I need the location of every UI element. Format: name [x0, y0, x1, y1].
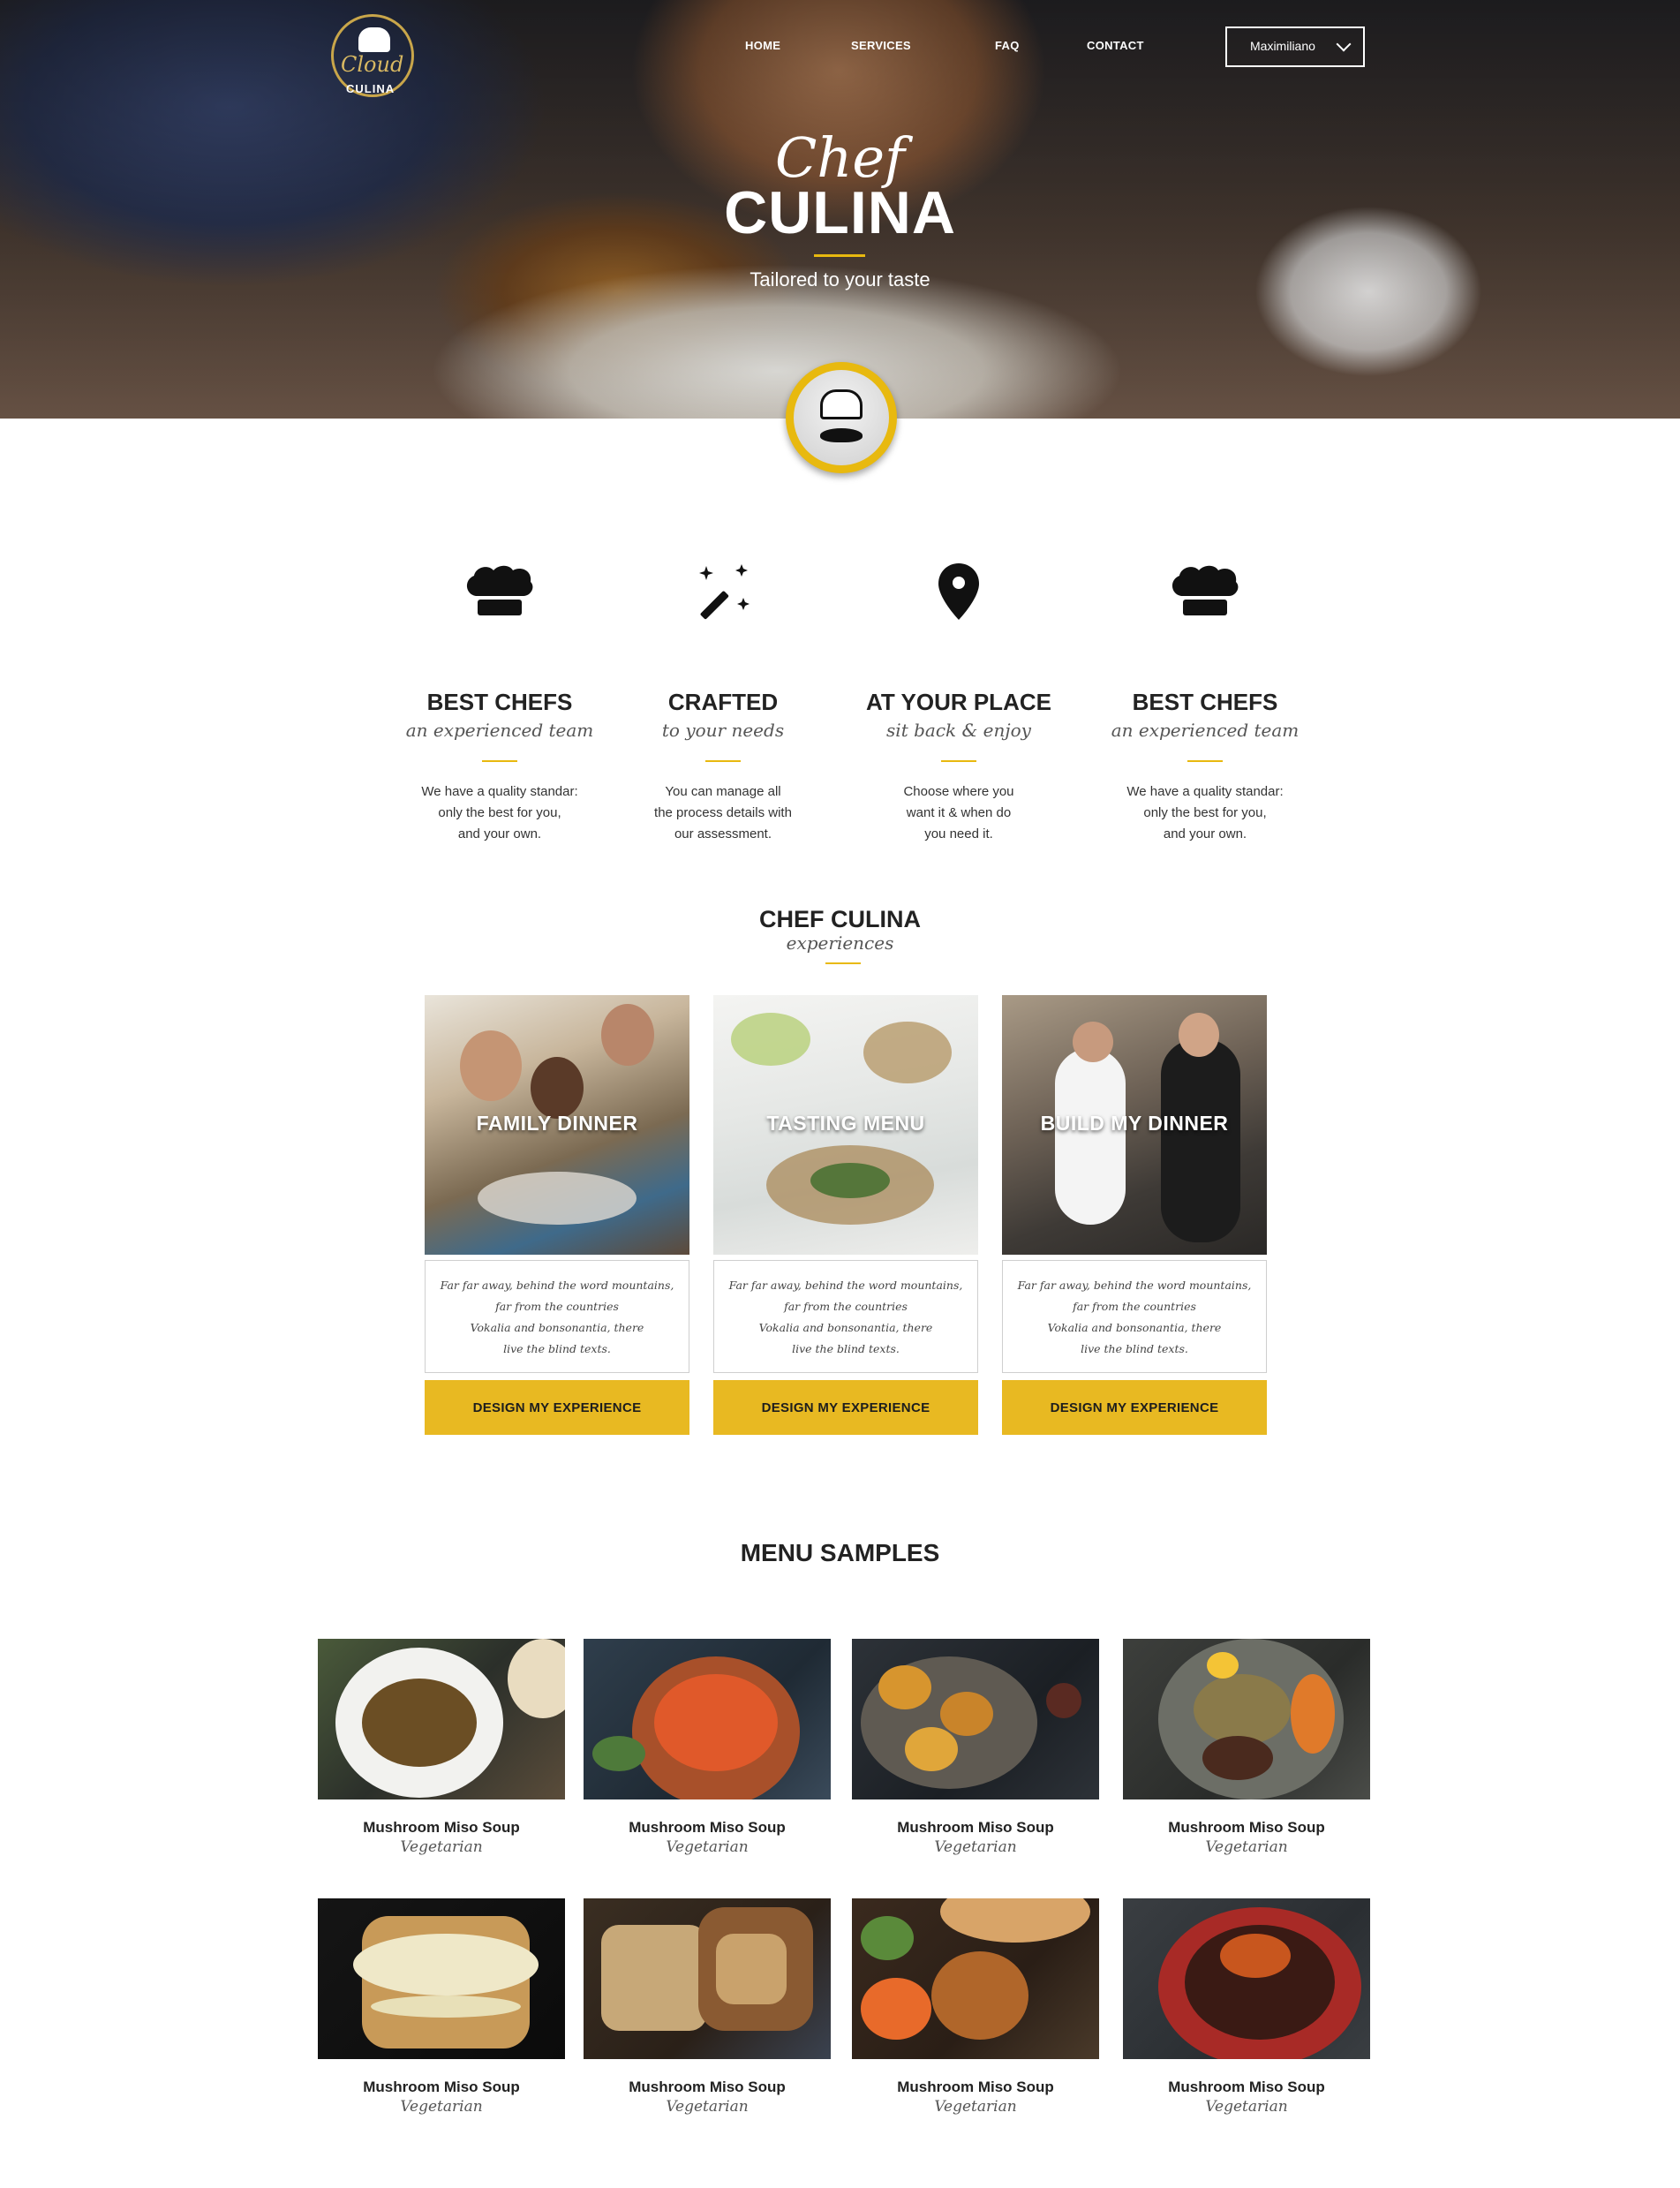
- experience-label: BUILD MY DINNER: [1040, 1112, 1229, 1135]
- experience-card-family-dinner: FAMILY DINNER Far far away, behind the w…: [425, 995, 689, 1435]
- logo-word: CULINA: [346, 82, 396, 95]
- nav-contact[interactable]: CONTACT: [1087, 39, 1144, 52]
- dish-name: Mushroom Miso Soup: [363, 2079, 520, 2095]
- experience-description: Far far away, behind the word mountains,…: [713, 1260, 978, 1373]
- nav-faq[interactable]: FAQ: [995, 39, 1020, 52]
- feature-at-your-place: AT YOUR PLACE sit back & enjoy Choose wh…: [862, 556, 1056, 845]
- hero-title: CULINA: [724, 179, 956, 246]
- feature-text: We have a quality standar: only the best …: [1126, 784, 1284, 841]
- feature-subtitle: sit back & enjoy: [886, 720, 1031, 741]
- dish-type: Vegetarian: [934, 2098, 1017, 2116]
- dish-photo: [852, 1639, 1099, 1799]
- experience-label: FAMILY DINNER: [476, 1112, 638, 1135]
- menu-item[interactable]: Mushroom Miso Soup Vegetarian: [852, 1898, 1099, 2116]
- feature-divider: [941, 760, 976, 762]
- menu-item[interactable]: Mushroom Miso Soup Vegetarian: [584, 1639, 831, 1856]
- dish-name: Mushroom Miso Soup: [897, 1819, 1054, 1836]
- feature-text: We have a quality standar: only the best …: [421, 784, 578, 841]
- feature-subtitle: an experienced team: [405, 720, 594, 741]
- magic-wand-icon: [626, 556, 820, 627]
- feature-divider: [482, 760, 517, 762]
- dish-type: Vegetarian: [666, 2098, 749, 2116]
- menu-item[interactable]: Mushroom Miso Soup Vegetarian: [584, 1898, 831, 2116]
- hero-tagline: Tailored to your taste: [750, 268, 930, 290]
- feature-divider: [1187, 760, 1223, 762]
- feature-title: AT YOUR PLACE: [866, 689, 1051, 715]
- feature-text: Choose where you want it & when do you nee…: [903, 784, 1014, 841]
- main-nav: HOME SERVICES FAQ CONTACT: [0, 39, 1680, 57]
- experience-card-build-my-dinner: BUILD MY DINNER Far far away, behind the…: [1002, 995, 1267, 1435]
- dish-photo: [318, 1639, 565, 1799]
- dish-photo: [584, 1898, 831, 2059]
- dish-photo: [1123, 1639, 1370, 1799]
- dish-photo: [852, 1898, 1099, 2059]
- dish-type: Vegetarian: [1205, 1838, 1288, 1856]
- chef-hat-icon: [1108, 556, 1302, 627]
- dish-name: Mushroom Miso Soup: [897, 2079, 1054, 2095]
- menu-item[interactable]: Mushroom Miso Soup Vegetarian: [852, 1639, 1099, 1856]
- design-experience-button[interactable]: DESIGN MY EXPERIENCE: [1002, 1380, 1267, 1435]
- dish-type: Vegetarian: [1205, 2098, 1288, 2116]
- nav-services[interactable]: SERVICES: [851, 39, 911, 52]
- dish-photo: [1123, 1898, 1370, 2059]
- dish-photo: [584, 1639, 831, 1799]
- experience-description: Far far away, behind the word mountains,…: [1002, 1260, 1267, 1373]
- hero-divider: [814, 254, 865, 257]
- dish-name: Mushroom Miso Soup: [1168, 2079, 1325, 2095]
- menu-item[interactable]: Mushroom Miso Soup Vegetarian: [318, 1639, 565, 1856]
- menu-item[interactable]: Mushroom Miso Soup Vegetarian: [1123, 1639, 1370, 1856]
- dish-photo: [318, 1898, 565, 2059]
- dish-name: Mushroom Miso Soup: [629, 2079, 786, 2095]
- hero-banner: Cloud CULINA HOME SERVICES FAQ CONTACT M…: [0, 0, 1680, 419]
- menu-title: MENU SAMPLES: [740, 1539, 940, 1566]
- dish-name: Mushroom Miso Soup: [363, 1819, 520, 1836]
- experience-description: Far far away, behind the word mountains,…: [425, 1260, 689, 1373]
- experiences-title: CHEF CULINA: [759, 906, 921, 932]
- feature-best-chefs: BEST CHEFS an experienced team We have a…: [403, 556, 597, 845]
- design-experience-button[interactable]: DESIGN MY EXPERIENCE: [713, 1380, 978, 1435]
- feature-text: You can manage all the process details wi…: [654, 784, 792, 841]
- build-my-dinner-photo[interactable]: BUILD MY DINNER: [1002, 995, 1267, 1255]
- feature-title: CRAFTED: [667, 689, 779, 715]
- menu-item[interactable]: Mushroom Miso Soup Vegetarian: [318, 1898, 565, 2116]
- chef-hat-icon: [403, 556, 597, 627]
- feature-title: BEST CHEFS: [1132, 689, 1278, 715]
- experience-card-tasting-menu: TASTING MENU Far far away, behind the wo…: [713, 995, 978, 1435]
- feature-subtitle: an experienced team: [1111, 720, 1300, 741]
- tasting-menu-photo[interactable]: TASTING MENU: [713, 995, 978, 1255]
- experience-label: TASTING MENU: [766, 1112, 925, 1135]
- dish-type: Vegetarian: [934, 1838, 1017, 1856]
- feature-crafted: CRAFTED to your needs You can manage all…: [626, 556, 820, 845]
- experiences-subtitle: experiences: [786, 932, 894, 954]
- family-dinner-photo[interactable]: FAMILY DINNER: [425, 995, 689, 1255]
- dish-name: Mushroom Miso Soup: [629, 1819, 786, 1836]
- chef-badge-icon: [786, 362, 897, 473]
- dish-type: Vegetarian: [400, 1838, 483, 1856]
- user-name: Maximiliano: [1250, 39, 1315, 53]
- dish-type: Vegetarian: [666, 1838, 749, 1856]
- design-experience-button[interactable]: DESIGN MY EXPERIENCE: [425, 1380, 689, 1435]
- feature-best-chefs-2: BEST CHEFS an experienced team We have a…: [1108, 556, 1302, 845]
- nav-home[interactable]: HOME: [745, 39, 780, 52]
- feature-subtitle: to your needs: [661, 720, 785, 741]
- dish-type: Vegetarian: [400, 2098, 483, 2116]
- feature-divider: [705, 760, 741, 762]
- user-dropdown[interactable]: Maximiliano: [1225, 26, 1365, 67]
- chevron-down-icon: [1336, 36, 1352, 52]
- dish-name: Mushroom Miso Soup: [1168, 1819, 1325, 1836]
- feature-title: BEST CHEFS: [426, 689, 573, 715]
- menu-item[interactable]: Mushroom Miso Soup Vegetarian: [1123, 1898, 1370, 2116]
- experiences-divider: [825, 962, 861, 964]
- location-pin-icon: [862, 556, 1056, 627]
